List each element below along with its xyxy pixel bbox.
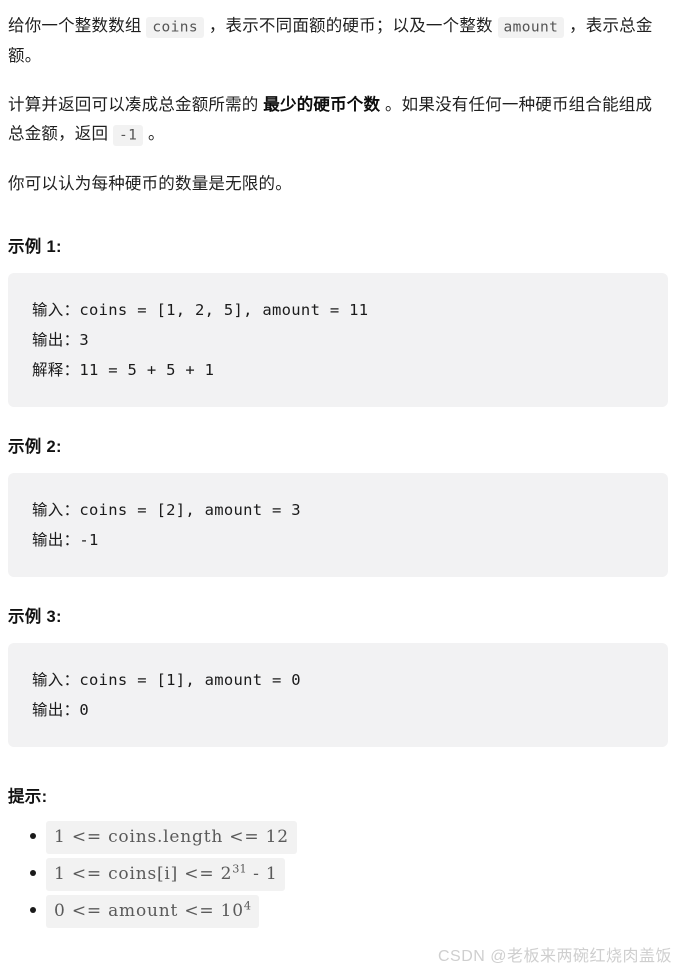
constraint-expression-1: 1 <= coins.length <= 12 [46, 821, 297, 854]
description-section: 给你一个整数数组 coins ，表示不同面额的硬币；以及一个整数 amount … [8, 12, 668, 199]
hints-section: 提示: 1 <= coins.length <= 12 1 <= coins[i… [8, 783, 668, 928]
inline-code-negative-one: -1 [112, 124, 144, 146]
example-3-heading: 示例 3: [8, 608, 62, 626]
description-paragraph-3: 你可以认为每种硬币的数量是无限的。 [8, 175, 292, 193]
constraint-2-lead: 1 <= coins[i] <= 2 [54, 864, 233, 884]
constraints-list: 1 <= coins.length <= 12 1 <= coins[i] <=… [8, 821, 668, 928]
example-3-section: 示例 3: 输入：coins = [1], amount = 0 输出：0 [8, 603, 668, 747]
hints-heading: 提示: [8, 788, 48, 806]
description-paragraph-1: 给你一个整数数组 coins ，表示不同面额的硬币；以及一个整数 amount … [8, 12, 668, 71]
constraint-1-lead: 1 <= coins.length <= 12 [54, 827, 289, 847]
paragraph-1-text-a: 给你一个整数数组 [8, 17, 147, 35]
constraint-item: 1 <= coins[i] <= 231 - 1 [30, 858, 668, 891]
constraint-item: 0 <= amount <= 104 [30, 895, 668, 928]
inline-code-amount: amount [497, 16, 565, 38]
constraint-2-exponent: 31 [232, 862, 247, 876]
inline-code-coins: coins [146, 16, 205, 38]
paragraph-1-text-b: ，表示不同面额的硬币；以及一个整数 [204, 17, 498, 35]
paragraph-2-emphasis: 最少的硬币个数 [263, 96, 381, 114]
constraint-3-lead: 0 <= amount <= 10 [54, 901, 244, 921]
constraint-expression-3: 0 <= amount <= 104 [46, 895, 260, 928]
problem-description-page: 给你一个整数数组 coins ，表示不同面额的硬币；以及一个整数 amount … [0, 0, 686, 978]
constraint-3-exponent: 4 [243, 899, 252, 913]
constraint-2-tail: - 1 [246, 864, 278, 884]
description-paragraph-2: 计算并返回可以凑成总金额所需的 最少的硬币个数 。如果没有任何一种硬币组合能组成… [8, 91, 668, 150]
example-2-section: 示例 2: 输入：coins = [2], amount = 3 输出：-1 [8, 433, 668, 577]
example-1-code-block: 输入：coins = [1, 2, 5], amount = 11 输出：3 解… [8, 273, 668, 407]
csdn-watermark: CSDN @老板来两碗红烧肉盖饭 [437, 948, 672, 965]
paragraph-2-text-c: 。 [143, 125, 165, 143]
example-1-heading: 示例 1: [8, 238, 62, 256]
constraint-item: 1 <= coins.length <= 12 [30, 821, 668, 854]
example-2-code-block: 输入：coins = [2], amount = 3 输出：-1 [8, 473, 668, 577]
example-3-code-block: 输入：coins = [1], amount = 0 输出：0 [8, 643, 668, 747]
example-1-section: 示例 1: 输入：coins = [1, 2, 5], amount = 11 … [8, 233, 668, 407]
constraint-expression-2: 1 <= coins[i] <= 231 - 1 [46, 858, 286, 891]
paragraph-2-text-a: 计算并返回可以凑成总金额所需的 [8, 96, 264, 114]
example-2-heading: 示例 2: [8, 438, 62, 456]
